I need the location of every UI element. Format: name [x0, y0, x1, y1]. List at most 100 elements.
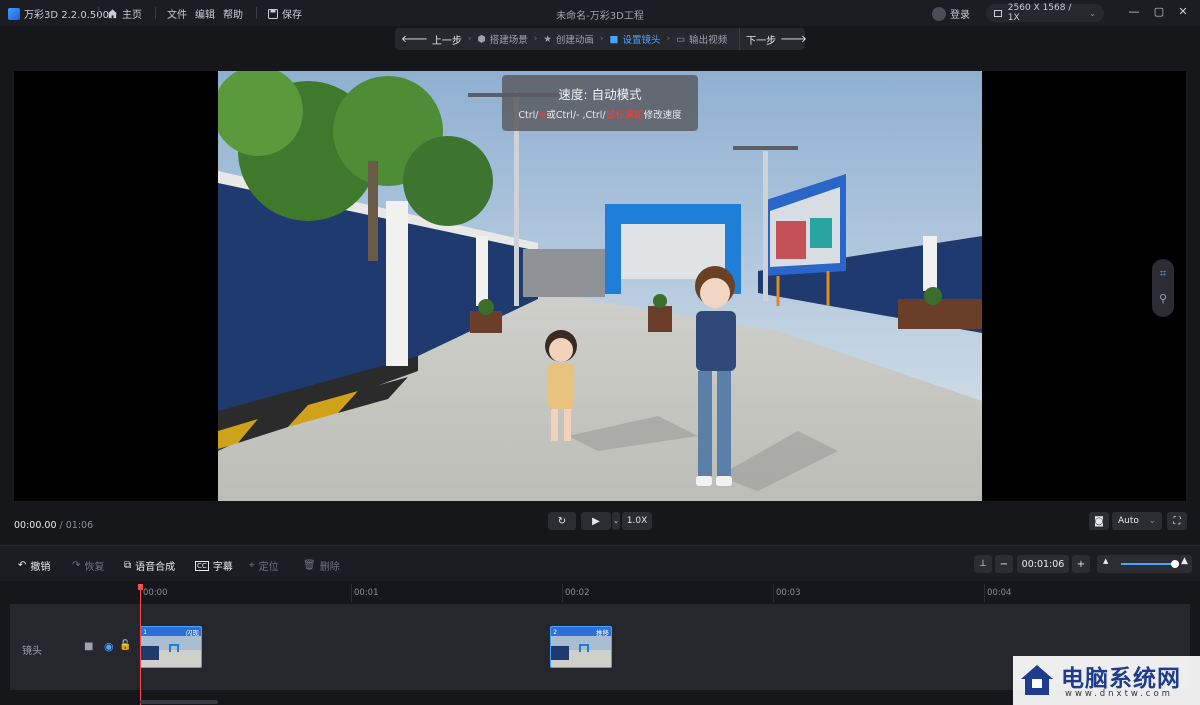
play-options-button[interactable]: ⌄	[612, 512, 620, 530]
locate-label: 定位	[258, 562, 279, 573]
slider-thumb[interactable]	[1171, 560, 1179, 568]
house-logo-icon	[1021, 665, 1053, 695]
minimize-icon[interactable]: —	[1127, 5, 1141, 19]
playback-time: 00:00.00 / 01:06	[14, 520, 93, 531]
delete-button[interactable]: 🗑 删除	[303, 558, 340, 573]
fullscreen-button[interactable]: ⛶	[1167, 512, 1187, 530]
current-time: 00:00.00	[14, 520, 57, 531]
step-label: 设置镜头	[622, 35, 661, 46]
undo-icon: ↶	[18, 560, 27, 571]
step-create-animation[interactable]: ★ 创建动画	[537, 28, 600, 50]
undo-button[interactable]: ↶ 撤销	[18, 558, 50, 573]
next-step-label: 下一步	[746, 35, 777, 47]
login-button[interactable]: 登录	[932, 6, 970, 21]
crop-frame-icon[interactable]: ⌗	[1156, 267, 1170, 281]
prev-step-label: 上一步	[431, 35, 462, 47]
redo-button[interactable]: ↷ 恢复	[72, 558, 104, 573]
timeline-ruler[interactable]: 00:00 00:01 00:02 00:03 00:04	[0, 582, 1200, 604]
chevron-down-icon: ⌄	[1148, 516, 1156, 526]
thumb-wall	[141, 646, 159, 660]
camera-icon: ■	[609, 33, 619, 45]
clip-transition-label: 推移	[596, 628, 609, 637]
step-export-video[interactable]: ▭ 输出视频	[670, 28, 733, 50]
redo-label: 恢复	[84, 562, 105, 573]
undo-label: 撤销	[30, 562, 51, 573]
step-label: 搭建场景	[489, 35, 528, 46]
prev-step-button[interactable]: 🡐 上一步	[395, 28, 468, 50]
clip-thumbnail	[551, 636, 611, 667]
watermark: 电脑系统网 www.dnxtw.com	[1013, 656, 1200, 705]
arrow-right-icon: 🡒	[780, 34, 807, 45]
duration-display[interactable]: 00:01:06	[1017, 555, 1069, 573]
delete-label: 删除	[319, 562, 340, 573]
tick-label: 00:04	[987, 588, 1012, 598]
tick-mark	[351, 584, 352, 602]
clip-header: 2 推移	[551, 627, 611, 637]
play-button[interactable]: ▶	[581, 512, 611, 530]
quality-value: Auto	[1118, 516, 1139, 526]
next-step-button[interactable]: 下一步 🡒	[739, 28, 813, 50]
tick-label: 00:02	[565, 588, 590, 598]
redo-icon: ↷	[72, 560, 81, 571]
maximize-icon[interactable]: ▢	[1152, 5, 1166, 19]
preview-viewport[interactable]	[14, 71, 1186, 501]
pin-icon[interactable]: ⚲	[1156, 292, 1170, 306]
timeline-scrollbar[interactable]	[140, 700, 218, 704]
eye-icon[interactable]: ◉	[104, 640, 114, 653]
camera-clip[interactable]: 1 闪现	[140, 626, 202, 668]
tts-label: 语音合成	[135, 562, 176, 573]
camera-clip[interactable]: 2 推移	[550, 626, 612, 668]
tick-mark	[773, 584, 774, 602]
close-icon[interactable]: ✕	[1176, 5, 1190, 19]
viewport-side-tools: ⌗ ⚲	[1152, 259, 1174, 317]
resolution-label: 2560 X 1568 / 1X	[1007, 3, 1072, 23]
resolution-selector[interactable]: 2560 X 1568 / 1X ⌄	[986, 3, 1104, 23]
playhead[interactable]	[140, 586, 141, 705]
speed-desc-highlight: 鼠标滚轮	[605, 110, 644, 121]
loop-icon: ↻	[557, 515, 567, 527]
step-set-camera[interactable]: ■ 设置镜头	[604, 28, 667, 50]
book-icon: ▭	[676, 33, 686, 45]
snap-icon: ⊥	[979, 559, 987, 569]
screenshot-button[interactable]: ◙	[1089, 512, 1109, 530]
clip-index: 1	[143, 627, 148, 636]
subtitle-button[interactable]: CC 字幕	[195, 558, 233, 573]
clip-index: 2	[553, 627, 558, 636]
zoom-slider[interactable]: ▲ ▲	[1097, 555, 1192, 573]
thumb-wall	[551, 646, 569, 660]
tick-mark	[984, 584, 985, 602]
crosshair-icon: ⌖	[249, 560, 255, 571]
step-build-scene[interactable]: ⬢ 搭建场景	[471, 28, 533, 50]
watermark-title: 电脑系统网	[1061, 666, 1181, 692]
chevron-down-icon: ⌄	[613, 517, 619, 525]
tick-label: 00:03	[776, 588, 801, 598]
lock-icon[interactable]: 🔓	[119, 640, 131, 651]
monitor-icon	[994, 9, 1002, 17]
zoom-in-button[interactable]: +	[1072, 555, 1090, 573]
mountain-large-icon: ▲	[1181, 556, 1188, 566]
total-time: 01:06	[65, 520, 94, 531]
speed-selector[interactable]: 1.0X	[622, 512, 652, 530]
fullscreen-icon: ⛶	[1173, 515, 1181, 527]
locate-button[interactable]: ⌖ 定位	[249, 558, 279, 573]
loop-button[interactable]: ↻	[548, 512, 576, 530]
step-label: 创建动画	[555, 35, 594, 46]
speed-desc-text: 修改速度	[643, 110, 682, 121]
chevron-down-icon: ⌄	[1089, 8, 1096, 18]
tts-icon: ⧉	[124, 560, 132, 571]
tts-button[interactable]: ⧉ 语音合成	[124, 558, 175, 573]
snap-button[interactable]: ⊥	[974, 555, 992, 573]
title-bar: 万彩3D 2.2.0.500 主页 文件 编辑 帮助 保存 未命名-万彩3D工程…	[0, 0, 1200, 26]
timeline-toolbar: ↶ 撤销 ↷ 恢复 ⧉ 语音合成 CC 字幕 ⌖ 定位 🗑 删除 ⊥ − 00:…	[0, 545, 1200, 581]
clip-transition-label: 闪现	[186, 628, 199, 637]
avatar-icon	[932, 6, 946, 21]
step-bar: 🡐 上一步 › ⬢ 搭建场景 › ★ 创建动画 › ■ 设置镜头 › ▭ 输出视…	[395, 28, 807, 50]
track-name: 镜头	[22, 646, 42, 657]
cc-icon: CC	[195, 560, 209, 571]
clip-header: 1 闪现	[141, 627, 201, 637]
thumb-gate	[579, 644, 589, 652]
quality-selector[interactable]: Auto ⌄	[1112, 512, 1162, 530]
track-camera-icon[interactable]: ■	[84, 641, 93, 652]
step-label: 输出视频	[689, 35, 728, 46]
zoom-out-button[interactable]: −	[995, 555, 1013, 573]
